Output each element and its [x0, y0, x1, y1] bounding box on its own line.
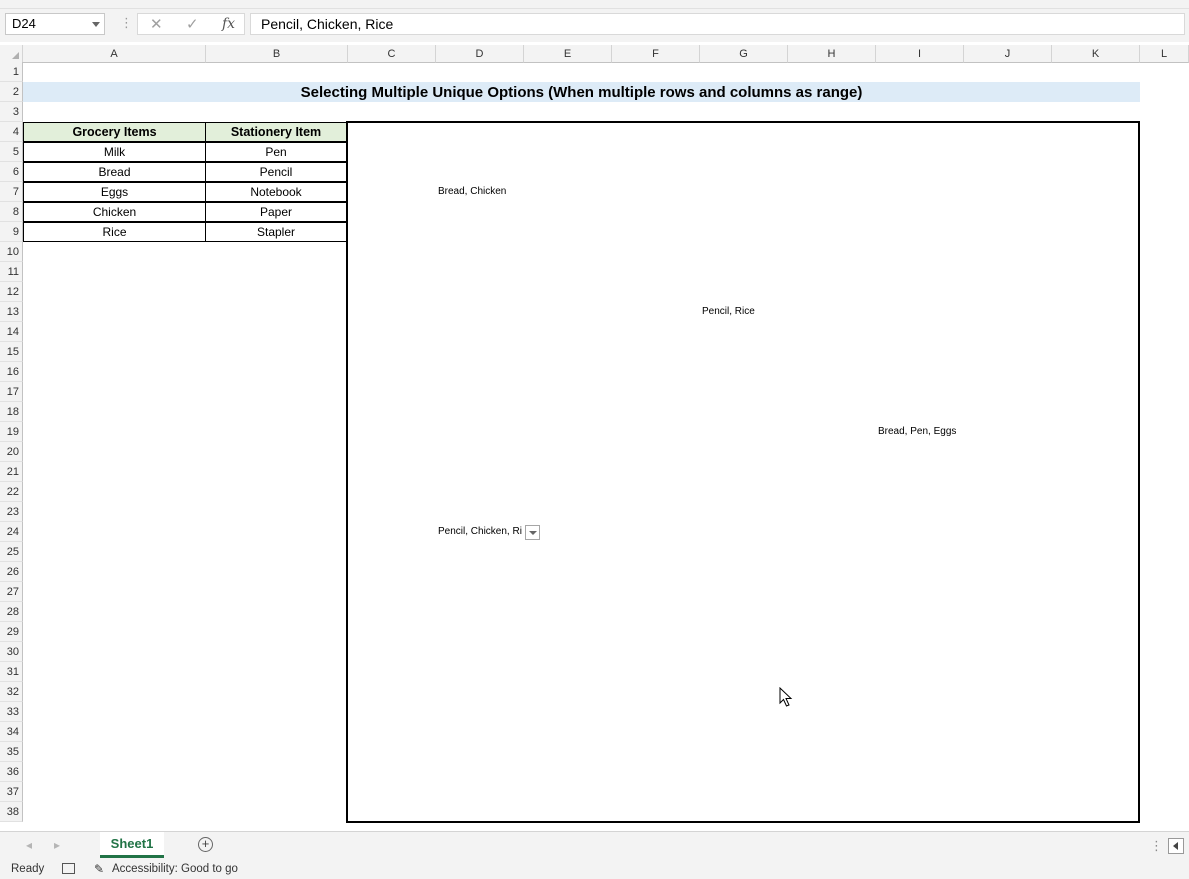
row-header[interactable]: 21 [0, 462, 23, 482]
row-header[interactable]: 20 [0, 442, 23, 462]
table-cell[interactable]: Rice [23, 222, 206, 242]
row-header[interactable]: 13 [0, 302, 23, 322]
row-header[interactable]: 11 [0, 262, 23, 282]
sheet-tab-bar: ◂ ▸ Sheet1 + ⋮ [0, 831, 1189, 860]
formula-input[interactable]: Pencil, Chicken, Rice [250, 13, 1185, 35]
column-header[interactable]: I [876, 45, 964, 63]
table-cell[interactable]: Pencil [205, 162, 347, 182]
sheet-tab-sheet1[interactable]: Sheet1 [100, 832, 164, 858]
column-header[interactable]: H [788, 45, 876, 63]
row-header[interactable]: 25 [0, 542, 23, 562]
row-header[interactable]: 9 [0, 222, 23, 242]
table-cell[interactable]: Paper [205, 202, 347, 222]
row-header[interactable]: 17 [0, 382, 23, 402]
row-header[interactable]: 19 [0, 422, 23, 442]
row-header[interactable]: 15 [0, 342, 23, 362]
accessibility-icon[interactable]: ✎ [94, 862, 104, 876]
mouse-cursor-icon [779, 687, 793, 707]
row-header[interactable]: 22 [0, 482, 23, 502]
macro-recorder-icon[interactable] [62, 863, 75, 874]
column-header[interactable]: K [1052, 45, 1140, 63]
formula-buttons: ✕ ✓ fx [137, 13, 245, 35]
row-header[interactable]: 12 [0, 282, 23, 302]
insert-function-icon[interactable]: fx [222, 16, 235, 32]
row-header[interactable]: 23 [0, 502, 23, 522]
accessibility-status[interactable]: Accessibility: Good to go [112, 863, 238, 875]
row-header[interactable]: 7 [0, 182, 23, 202]
tab-options-icon[interactable]: ⋮ [1150, 838, 1163, 854]
column-header[interactable]: F [612, 45, 700, 63]
next-sheet-icon[interactable]: ▸ [54, 838, 60, 852]
dropdown-cell-i19[interactable]: Bread, Pen, Eggs [878, 426, 956, 438]
row-header[interactable]: 3 [0, 102, 23, 122]
row-header[interactable]: 26 [0, 562, 23, 582]
vertical-dots-icon: ⋮ [120, 15, 133, 30]
row-header[interactable]: 10 [0, 242, 23, 262]
select-all-corner[interactable] [0, 45, 23, 63]
table-cell[interactable]: Chicken [23, 202, 206, 222]
table-cell[interactable]: Stapler [205, 222, 347, 242]
row-header[interactable]: 2 [0, 82, 23, 102]
dropdown-cell-d24[interactable]: Pencil, Chicken, Ri [438, 526, 522, 538]
row-header[interactable]: 24 [0, 522, 23, 542]
row-header[interactable]: 28 [0, 602, 23, 622]
row-header[interactable]: 32 [0, 682, 23, 702]
table-cell[interactable]: Notebook [205, 182, 347, 202]
row-header[interactable]: 33 [0, 702, 23, 722]
column-header[interactable]: L [1140, 45, 1189, 63]
dropdown-cell-g13[interactable]: Pencil, Rice [702, 306, 755, 318]
prev-sheet-icon[interactable]: ◂ [26, 838, 32, 852]
name-box[interactable]: D24 [5, 13, 105, 35]
row-header[interactable]: 14 [0, 322, 23, 342]
column-header[interactable]: G [700, 45, 788, 63]
row-header[interactable]: 1 [0, 62, 23, 82]
table-header-stationery[interactable]: Stationery Item [205, 122, 347, 142]
scroll-left-button[interactable] [1168, 838, 1184, 854]
row-header[interactable]: 29 [0, 622, 23, 642]
formula-bar: D24 ⋮ ✕ ✓ fx Pencil, Chicken, Rice [0, 9, 1189, 42]
table-cell[interactable]: Eggs [23, 182, 206, 202]
row-header[interactable]: 34 [0, 722, 23, 742]
row-header[interactable]: 5 [0, 142, 23, 162]
row-header[interactable]: 35 [0, 742, 23, 762]
row-header[interactable]: 31 [0, 662, 23, 682]
chevron-down-icon[interactable] [92, 22, 100, 27]
table-header-grocery[interactable]: Grocery Items [23, 122, 206, 142]
row-header[interactable]: 27 [0, 582, 23, 602]
status-bar: Ready ✎ Accessibility: Good to go [0, 860, 1189, 879]
row-header[interactable]: 4 [0, 122, 23, 142]
row-header[interactable]: 38 [0, 802, 23, 822]
table-cell[interactable]: Pen [205, 142, 347, 162]
row-header[interactable]: 37 [0, 782, 23, 802]
cancel-icon[interactable]: ✕ [150, 15, 163, 33]
status-ready: Ready [11, 863, 45, 875]
dropdown-arrow-button[interactable] [525, 525, 540, 540]
column-header[interactable]: B [206, 45, 348, 63]
column-header[interactable]: C [348, 45, 436, 63]
column-header[interactable]: D [436, 45, 524, 63]
table-cell[interactable]: Milk [23, 142, 206, 162]
enter-icon[interactable]: ✓ [186, 15, 199, 33]
dropdown-cell-d7[interactable]: Bread, Chicken [438, 186, 506, 198]
table-cell[interactable]: Bread [23, 162, 206, 182]
column-header[interactable]: J [964, 45, 1052, 63]
add-sheet-icon[interactable]: + [198, 837, 213, 852]
row-header[interactable]: 30 [0, 642, 23, 662]
worksheet-grid[interactable]: A B C D E F G H I J K L 1 2 3 4 5 6 7 8 … [0, 45, 1189, 826]
sheet-title[interactable]: Selecting Multiple Unique Options (When … [23, 82, 1140, 102]
row-header[interactable]: 8 [0, 202, 23, 222]
top-strip [0, 0, 1189, 9]
row-header[interactable]: 18 [0, 402, 23, 422]
column-header[interactable]: A [23, 45, 206, 63]
row-header[interactable]: 16 [0, 362, 23, 382]
name-box-value: D24 [12, 16, 36, 31]
row-header[interactable]: 36 [0, 762, 23, 782]
column-header[interactable]: E [524, 45, 612, 63]
row-header[interactable]: 6 [0, 162, 23, 182]
dropdown-range-box[interactable] [346, 121, 1140, 823]
